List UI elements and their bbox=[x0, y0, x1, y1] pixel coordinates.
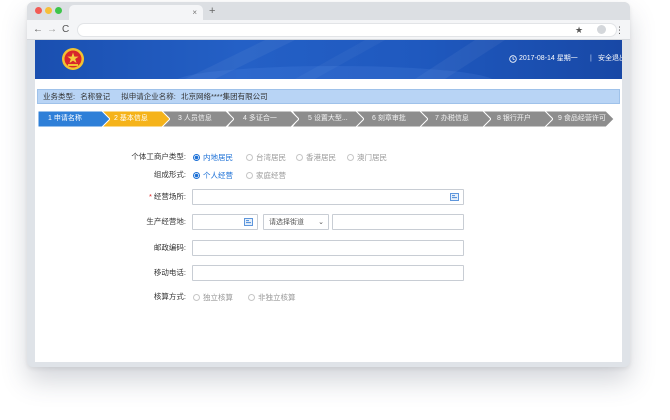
accounting-row: 核算方式: 独立核算 非独立核算 bbox=[35, 289, 622, 305]
business-address-label-text: 经营场所: bbox=[153, 192, 186, 201]
browser-titlebar: × + bbox=[27, 2, 630, 20]
new-tab-button[interactable]: + bbox=[209, 5, 215, 18]
radio-circle-icon bbox=[193, 294, 200, 301]
maximize-window-button[interactable] bbox=[55, 7, 62, 14]
business-address-input[interactable] bbox=[192, 189, 464, 205]
production-address-label: 生产经营地: bbox=[146, 217, 186, 226]
merchant-type-option[interactable]: 澳门居民 bbox=[347, 152, 387, 164]
radio-circle-icon bbox=[246, 172, 253, 179]
national-emblem-icon bbox=[62, 48, 84, 70]
radio-circle-icon bbox=[296, 154, 303, 161]
required-mark: * bbox=[148, 192, 152, 201]
accounting-option[interactable]: 独立核算 bbox=[193, 292, 233, 304]
progress-steps: 1 申请名称 2 基本信息 3 人员信息 4 多证合一 5 设置大型... 6 刻章审批 7… bbox=[38, 111, 618, 127]
radio-label: 个人经营 bbox=[203, 171, 233, 180]
business-type-label: 业务类型: bbox=[43, 92, 76, 101]
minimize-window-button[interactable] bbox=[45, 7, 52, 14]
browser-menu-icon[interactable]: ⋮ bbox=[615, 23, 624, 37]
step-label: 7 办税信息 bbox=[435, 115, 469, 122]
chevron-down-icon: ⌄ bbox=[318, 219, 324, 226]
browser-window: × + ← → C ★ ⋮ 2017-08-14 星期一 | 安全退 业务类型:… bbox=[27, 2, 630, 367]
radio-circle-icon bbox=[347, 154, 354, 161]
radio-label: 内地居民 bbox=[203, 153, 233, 162]
step-6[interactable]: 6 刻章审批 bbox=[356, 111, 428, 127]
step-label: 1 申请名称 bbox=[48, 115, 82, 122]
radio-label: 家庭经营 bbox=[256, 171, 286, 180]
production-address-row: 生产经营地: 请选择街道 ⌄ bbox=[35, 214, 622, 230]
step-4[interactable]: 4 多证合一 bbox=[227, 111, 299, 127]
profile-avatar[interactable] bbox=[597, 25, 606, 34]
merchant-type-option[interactable]: 香港居民 bbox=[296, 152, 336, 164]
radio-label: 香港居民 bbox=[306, 153, 336, 162]
forward-arrow-icon[interactable]: → bbox=[47, 23, 57, 37]
radio-circle-icon bbox=[246, 154, 253, 161]
mobile-label: 移动电话: bbox=[153, 268, 186, 277]
radio-circle-icon bbox=[193, 154, 200, 161]
step-label: 4 多证合一 bbox=[243, 115, 277, 122]
business-type-value: 名称登记 bbox=[80, 92, 111, 101]
reload-icon[interactable]: C bbox=[62, 23, 69, 37]
street-select[interactable]: 请选择街道 ⌄ bbox=[263, 214, 329, 230]
mobile-input[interactable] bbox=[192, 265, 464, 281]
tab-close-icon[interactable]: × bbox=[192, 6, 197, 19]
company-name-value: 北京网络****集团有限公司 bbox=[180, 92, 268, 101]
close-window-button[interactable] bbox=[35, 7, 42, 14]
street-select-placeholder: 请选择街道 bbox=[269, 219, 304, 226]
bookmark-star-icon[interactable]: ★ bbox=[575, 23, 583, 37]
step-5[interactable]: 5 设置大型... bbox=[292, 111, 364, 127]
radio-circle-icon bbox=[248, 294, 255, 301]
accounting-option[interactable]: 非独立核算 bbox=[248, 292, 296, 304]
header-separator: | bbox=[590, 55, 592, 62]
step-7[interactable]: 7 办税信息 bbox=[419, 111, 491, 127]
postal-code-label: 邮政编码: bbox=[153, 243, 186, 252]
step-label: 6 刻章审批 bbox=[372, 115, 406, 122]
merchant-type-label: 个体工商户类型: bbox=[131, 152, 186, 161]
back-arrow-icon[interactable]: ← bbox=[33, 23, 43, 37]
mobile-row: 移动电话: bbox=[35, 265, 622, 281]
business-address-label: * 经营场所: bbox=[149, 191, 186, 203]
step-8[interactable]: 8 银行开户 bbox=[481, 111, 553, 127]
browser-tab[interactable]: × bbox=[69, 5, 203, 20]
business-address-row: * 经营场所: bbox=[35, 189, 622, 205]
radio-label: 非独立核算 bbox=[258, 293, 296, 302]
step-3[interactable]: 3 人员信息 bbox=[162, 111, 234, 127]
step-label: 3 人员信息 bbox=[178, 115, 212, 122]
production-area-input[interactable] bbox=[192, 214, 258, 230]
logout-link[interactable]: 安全退出 bbox=[598, 54, 622, 64]
address-bar[interactable] bbox=[77, 23, 617, 37]
composition-row: 组成形式: 个人经营 家庭经营 bbox=[35, 167, 622, 183]
accounting-label: 核算方式: bbox=[153, 292, 186, 301]
production-detail-input[interactable] bbox=[332, 214, 464, 230]
company-name-label: 拟申请企业名称: bbox=[121, 92, 176, 101]
browser-toolbar: ← → C ★ ⋮ bbox=[27, 20, 630, 40]
business-info-bar: 业务类型: 名称登记 拟申请企业名称: 北京网络****集团有限公司 bbox=[37, 89, 620, 104]
radio-circle-icon bbox=[193, 172, 200, 179]
step-label: 8 银行开户 bbox=[497, 115, 531, 122]
composition-label: 组成形式: bbox=[153, 170, 186, 179]
radio-label: 台湾居民 bbox=[256, 153, 286, 162]
postal-code-row: 邮政编码: bbox=[35, 240, 622, 256]
composition-option[interactable]: 个人经营 bbox=[193, 170, 233, 182]
address-picker-icon[interactable] bbox=[450, 193, 459, 201]
step-label: 5 设置大型... bbox=[308, 115, 348, 122]
step-1[interactable]: 1 申请名称 bbox=[38, 111, 110, 127]
radio-label: 独立核算 bbox=[203, 293, 233, 302]
merchant-type-row: 个体工商户类型: 内地居民 台湾居民 香港居民 澳门居民 bbox=[35, 149, 622, 165]
area-picker-icon[interactable] bbox=[244, 218, 253, 226]
merchant-type-option[interactable]: 内地居民 bbox=[193, 152, 233, 164]
radio-label: 澳门居民 bbox=[357, 153, 387, 162]
main-content: 业务类型: 名称登记 拟申请企业名称: 北京网络****集团有限公司 1 申请名… bbox=[35, 79, 622, 362]
postal-code-input[interactable] bbox=[192, 240, 464, 256]
page-header-banner: 2017-08-14 星期一 | 安全退出 bbox=[35, 40, 622, 79]
composition-option[interactable]: 家庭经营 bbox=[246, 170, 286, 182]
step-label: 9 食品经营许可 bbox=[558, 115, 606, 122]
clock-icon bbox=[509, 55, 517, 63]
merchant-type-option[interactable]: 台湾居民 bbox=[246, 152, 286, 164]
current-date: 2017-08-14 星期一 bbox=[519, 55, 578, 62]
step-label: 2 基本信息 bbox=[114, 115, 148, 122]
